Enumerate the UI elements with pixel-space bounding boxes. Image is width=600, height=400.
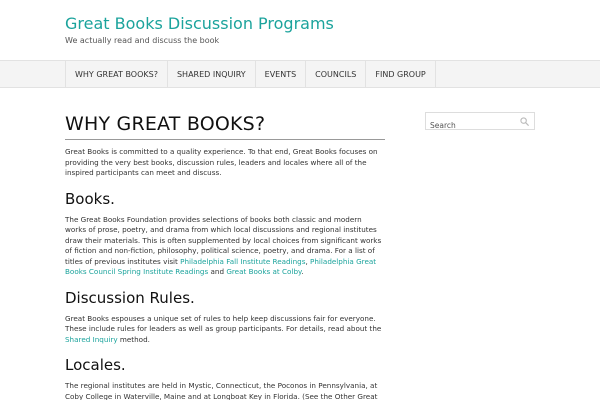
page-title: WHY GREAT BOOKS? xyxy=(65,112,385,140)
site-header: Great Books Discussion Programs We actua… xyxy=(0,0,600,60)
books-paragraph: The Great Books Foundation provides sele… xyxy=(65,215,385,278)
nav-item-events[interactable]: EVENTS xyxy=(256,61,307,88)
nav-item-why-great-books[interactable]: WHY GREAT BOOKS? xyxy=(65,61,168,88)
rules-text: Great Books espouses a unique set of rul… xyxy=(65,313,382,334)
locales-heading: Locales. xyxy=(65,356,126,374)
locales-paragraph: The regional institutes are held in Myst… xyxy=(65,381,378,400)
link-great-books-at-colby[interactable]: Great Books at Colby xyxy=(226,267,301,276)
nav-item-councils[interactable]: COUNCILS xyxy=(306,61,367,88)
search-icon[interactable] xyxy=(520,117,529,126)
main-nav: WHY GREAT BOOKS? SHARED INQUIRY EVENTS C… xyxy=(0,60,600,88)
rules-text-end: method. xyxy=(117,334,150,344)
search-box xyxy=(425,112,535,134)
site-title[interactable]: Great Books Discussion Programs xyxy=(65,14,334,34)
rules-paragraph: Great Books espouses a unique set of rul… xyxy=(65,314,385,346)
search-input[interactable] xyxy=(426,117,516,134)
link-philadelphia-fall-institute[interactable]: Philadelphia Fall Institute Readings xyxy=(180,257,305,266)
books-heading: Books. xyxy=(65,189,115,208)
main-content: WHY GREAT BOOKS? Great Books is committe… xyxy=(65,112,385,400)
nav-item-find-group[interactable]: FIND GROUP xyxy=(366,61,436,88)
nav-list: WHY GREAT BOOKS? SHARED INQUIRY EVENTS C… xyxy=(65,61,436,88)
books-sep-2: and xyxy=(208,267,227,276)
rules-heading: Discussion Rules. xyxy=(65,288,195,307)
intro-paragraph: Great Books is committed to a quality ex… xyxy=(65,147,378,177)
site-description: We actually read and discuss the book xyxy=(65,36,220,45)
link-shared-inquiry[interactable]: Shared Inquiry xyxy=(65,335,118,344)
books-end: . xyxy=(301,267,304,276)
nav-item-shared-inquiry[interactable]: SHARED INQUIRY xyxy=(168,61,256,88)
